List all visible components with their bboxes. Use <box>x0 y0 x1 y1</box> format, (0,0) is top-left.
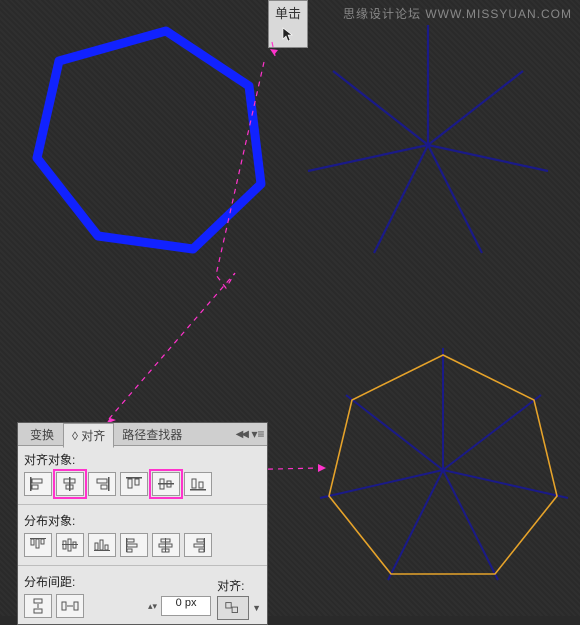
align-right-button[interactable] <box>88 472 116 496</box>
panel-collapse-icon[interactable]: ◀◀ <box>236 429 247 440</box>
align-to-dropdown[interactable]: ▼ <box>217 596 261 620</box>
align-top-button[interactable] <box>120 472 148 496</box>
tab-pathfinder[interactable]: 路径查找器 <box>114 423 191 446</box>
label-distribute-objects: 分布对象: <box>18 507 267 531</box>
label-align-to: 对齐: <box>217 572 261 596</box>
align-panel: 变换 ◊ 对齐 路径查找器 ◀◀ ▾≡ 对齐对象: 分布对象: 分布间距: <box>17 422 268 625</box>
align-to-caret-icon[interactable]: ▼ <box>252 603 261 613</box>
label-align-objects: 对齐对象: <box>18 446 267 470</box>
spacing-value-input[interactable]: 0 px <box>161 596 211 616</box>
row-align-objects <box>18 470 267 502</box>
align-to-selection-button[interactable] <box>217 596 249 620</box>
tab-transform[interactable]: 变换 <box>22 423 63 446</box>
dist-left-button[interactable] <box>120 533 148 557</box>
align-left-button[interactable] <box>24 472 52 496</box>
highlight-box-hcenter <box>53 469 87 499</box>
dist-right-button[interactable] <box>184 533 212 557</box>
highlight-box-vcenter <box>149 469 183 499</box>
dist-vcenter-button[interactable] <box>56 533 84 557</box>
spacing-stepper-icon[interactable]: ▴▾ <box>148 601 157 612</box>
star-lines <box>308 25 548 253</box>
row-distribute-objects <box>18 531 267 563</box>
panel-tabbar: 变换 ◊ 对齐 路径查找器 ◀◀ ▾≡ <box>18 423 267 446</box>
inner-star-lines <box>320 348 568 580</box>
align-vcenter-button[interactable] <box>152 472 180 496</box>
heptagon-shape <box>37 31 261 249</box>
annotation-lines <box>88 42 326 472</box>
dist-hcenter-button[interactable] <box>152 533 180 557</box>
align-hcenter-button[interactable] <box>56 472 84 496</box>
panel-menu-icon[interactable]: ▾≡ <box>249 427 267 441</box>
dist-bottom-button[interactable] <box>88 533 116 557</box>
tab-align[interactable]: ◊ 对齐 <box>63 423 114 448</box>
combined-star-heptagon <box>320 348 568 580</box>
dist-hspace-button[interactable] <box>56 594 84 618</box>
row-distribute-spacing: ▴▾ 0 px <box>18 592 217 624</box>
dist-top-button[interactable] <box>24 533 52 557</box>
align-bottom-button[interactable] <box>184 472 212 496</box>
label-distribute-spacing: 分布间距: <box>18 568 217 592</box>
dist-vspace-button[interactable] <box>24 594 52 618</box>
